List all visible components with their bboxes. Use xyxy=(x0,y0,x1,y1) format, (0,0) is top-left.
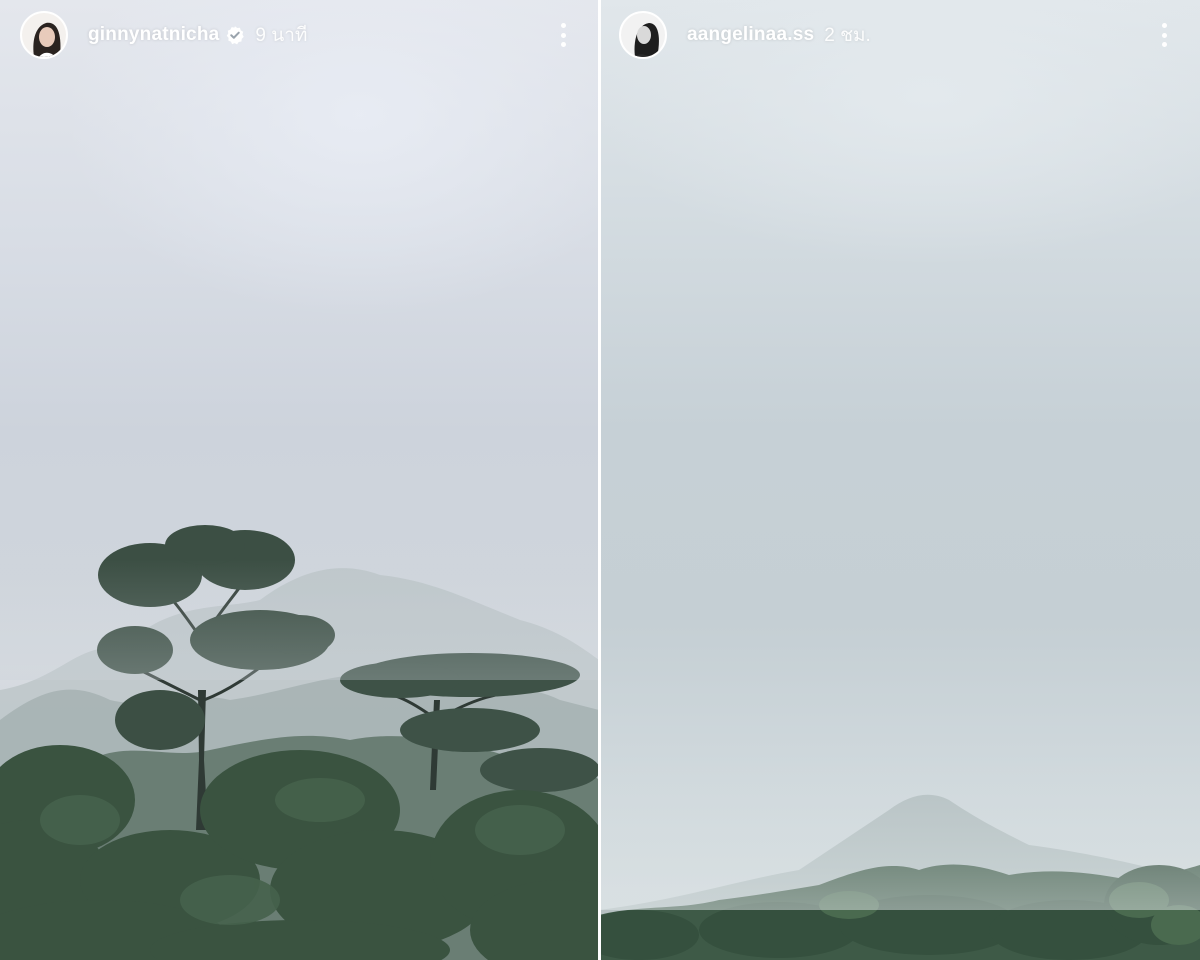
username[interactable]: ginnynatnicha xyxy=(88,24,219,46)
profile-photo-icon xyxy=(22,13,66,57)
more-vertical-icon-dot xyxy=(1161,42,1167,47)
more-vertical-icon xyxy=(560,23,566,28)
story-header: aangelinaa.ss 2 ชม. xyxy=(599,0,1200,80)
verified-badge-icon xyxy=(227,26,245,45)
avatar[interactable] xyxy=(619,11,667,59)
story-header: ginnynatnicha 9 นาที xyxy=(0,0,599,80)
username[interactable]: aangelinaa.ss xyxy=(687,24,814,46)
story-photo-mountain xyxy=(599,760,1200,960)
post-time: 9 นาที xyxy=(255,25,308,46)
story-aangelinaa[interactable]: aangelinaa.ss 2 ชม. xyxy=(599,0,1200,960)
story-viewer: ginnynatnicha 9 นาที aangelinaa.ss 2 ชม. xyxy=(0,0,1200,960)
more-options-button[interactable] xyxy=(555,20,571,50)
more-options-button[interactable] xyxy=(1156,20,1172,50)
profile-photo-icon xyxy=(621,13,665,57)
story-photo-forest xyxy=(0,525,599,960)
post-time: 2 ชม. xyxy=(824,25,871,46)
avatar[interactable] xyxy=(20,11,68,59)
more-vertical-icon xyxy=(1161,23,1167,28)
more-vertical-icon-dot xyxy=(560,42,566,47)
more-vertical-icon-dot xyxy=(560,32,566,38)
story-ginnynatnicha[interactable]: ginnynatnicha 9 นาที xyxy=(0,0,599,960)
more-vertical-icon-dot xyxy=(1161,32,1167,38)
story-divider xyxy=(598,0,601,960)
